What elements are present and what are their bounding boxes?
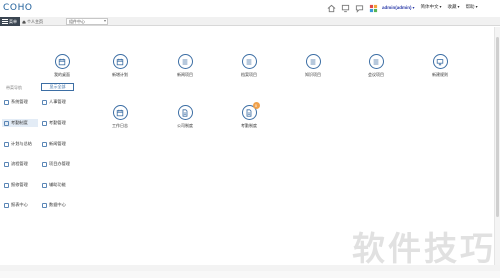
nav-item-label: 计划与总结 <box>11 141 32 146</box>
module-label: 会议项目 <box>368 72 384 77</box>
module-label: 知识项目 <box>305 72 321 77</box>
app-logo: COHO <box>3 3 33 13</box>
list-icon <box>305 54 321 69</box>
user-menu[interactable]: admin(admin) <box>382 5 415 10</box>
nav-item-auxiliary[interactable]: 辅助功能 <box>42 181 66 189</box>
user-icon <box>4 99 9 105</box>
nav-item-workflow[interactable]: 流程管理 <box>4 160 28 168</box>
nav-item-attendance-management[interactable]: 考勤管理 <box>42 119 66 127</box>
document-icon <box>177 105 193 120</box>
nav-item-label: 考勤制度 <box>11 120 28 125</box>
document-icon: 0 <box>241 102 260 120</box>
list-icon <box>177 54 193 69</box>
tab-home-label: 个人主页 <box>27 19 43 24</box>
side-navigation-panel: 带菜导航 显示全部 系统管理 人事管理 考勤制度 考勤管理 计划与总结 新闻管理 <box>0 80 77 220</box>
calendar-icon <box>54 54 70 69</box>
module-new-plan[interactable]: 新增计划 <box>100 54 140 78</box>
module-attendance-policy[interactable]: 0 考勤制度 <box>229 102 269 129</box>
tab-home[interactable]: 个人主页 <box>22 18 43 26</box>
chat-icon[interactable] <box>355 4 364 13</box>
module-my-desktop[interactable]: 我的桌面 <box>42 54 82 78</box>
module-archive-project[interactable]: 档案项目 <box>229 54 269 78</box>
status-strip <box>0 271 500 278</box>
menu-toggle-button[interactable]: 菜单 <box>0 17 20 26</box>
calendar-icon <box>112 54 128 69</box>
nav-item-label: 报修管理 <box>11 182 28 187</box>
module-meeting-project[interactable]: 会议项目 <box>356 54 396 78</box>
chart-icon <box>4 202 9 208</box>
nav-item-attendance-policy[interactable]: 考勤制度 <box>2 119 38 127</box>
hamburger-icon <box>2 19 8 24</box>
nav-item-label: 考勤管理 <box>49 120 66 125</box>
side-panel-header: 带菜导航 显示全部 <box>4 82 74 92</box>
clock-icon <box>42 120 47 126</box>
nav-item-system[interactable]: 系统管理 <box>4 98 28 106</box>
home-icon <box>22 20 26 24</box>
nav-item-label: 系统管理 <box>11 99 28 104</box>
apps-grid-icon[interactable] <box>369 4 378 13</box>
nav-item-repair[interactable]: 报修管理 <box>4 181 28 189</box>
list-icon <box>368 54 384 69</box>
module-label: 新建规则 <box>432 72 448 77</box>
top-icon-group <box>327 4 378 13</box>
database-icon <box>42 202 47 208</box>
monitor-icon[interactable] <box>341 4 350 13</box>
show-all-button[interactable]: 显示全部 <box>41 83 74 91</box>
tab-bar: 菜单 个人主页 组件中心 <box>0 17 500 26</box>
module-knowledge-project[interactable]: 知识项目 <box>293 54 333 78</box>
module-label: 考勤制度 <box>241 123 257 128</box>
module-label: 工作日志 <box>112 123 128 128</box>
menu-toggle-label: 菜单 <box>9 18 17 24</box>
module-label: 我的桌面 <box>54 72 70 77</box>
module-label: 公司制度 <box>177 123 193 128</box>
list-icon <box>241 54 257 69</box>
module-label: 档案项目 <box>241 72 257 77</box>
module-company-policy[interactable]: 公司制度 <box>165 105 205 129</box>
nav-item-label: 数据中心 <box>49 202 66 207</box>
help-menu[interactable]: 帮助 <box>466 4 478 10</box>
nav-item-project-office[interactable]: 项目办管理 <box>42 160 70 168</box>
home-icon[interactable] <box>327 4 336 13</box>
nav-item-label: 报表中心 <box>11 202 28 207</box>
module-label: 新增计划 <box>112 72 128 77</box>
favorites-menu[interactable]: 收藏 <box>448 4 460 10</box>
nav-item-label: 项目办管理 <box>49 161 70 166</box>
gear-icon <box>42 182 47 188</box>
workflow-icon <box>4 161 9 167</box>
scrollbar-thumb[interactable] <box>496 37 499 217</box>
nav-item-news[interactable]: 新闻管理 <box>42 140 66 148</box>
nav-item-label: 流程管理 <box>11 161 28 166</box>
module-new-rule[interactable]: 新建规则 <box>420 54 460 78</box>
app-window: COHO admin(admin) 简体中文 <box>0 0 500 278</box>
nav-item-data-center[interactable]: 数据中心 <box>42 201 66 209</box>
document-icon <box>4 120 9 126</box>
nav-item-label: 辅助功能 <box>49 182 66 187</box>
nav-item-report-center[interactable]: 报表中心 <box>4 201 28 209</box>
news-icon <box>42 141 47 147</box>
folder-icon <box>42 161 47 167</box>
calendar-icon <box>4 141 9 147</box>
component-select[interactable]: 组件中心 <box>66 18 108 25</box>
side-panel-title: 带菜导航 <box>6 85 22 90</box>
wrench-icon <box>4 182 9 188</box>
nav-item-hr[interactable]: 人事管理 <box>42 98 66 106</box>
notification-badge: 0 <box>252 102 260 109</box>
module-news-project[interactable]: 新闻项目 <box>165 54 205 78</box>
monitor-icon <box>432 54 448 69</box>
top-bar: COHO admin(admin) 简体中文 <box>0 0 500 17</box>
nav-item-label: 人事管理 <box>49 99 66 104</box>
watermark-text: 软件技巧 <box>352 229 496 268</box>
language-menu[interactable]: 简体中文 <box>421 4 442 10</box>
calendar-icon <box>112 105 128 120</box>
nav-item-plan-summary[interactable]: 计划与总结 <box>4 140 32 148</box>
nav-item-label: 新闻管理 <box>49 141 66 146</box>
module-label: 新闻项目 <box>177 72 193 77</box>
module-work-log[interactable]: 工作日志 <box>100 105 140 129</box>
user-icon <box>42 99 47 105</box>
top-links: admin(admin) 简体中文 收藏 帮助 <box>382 4 478 10</box>
